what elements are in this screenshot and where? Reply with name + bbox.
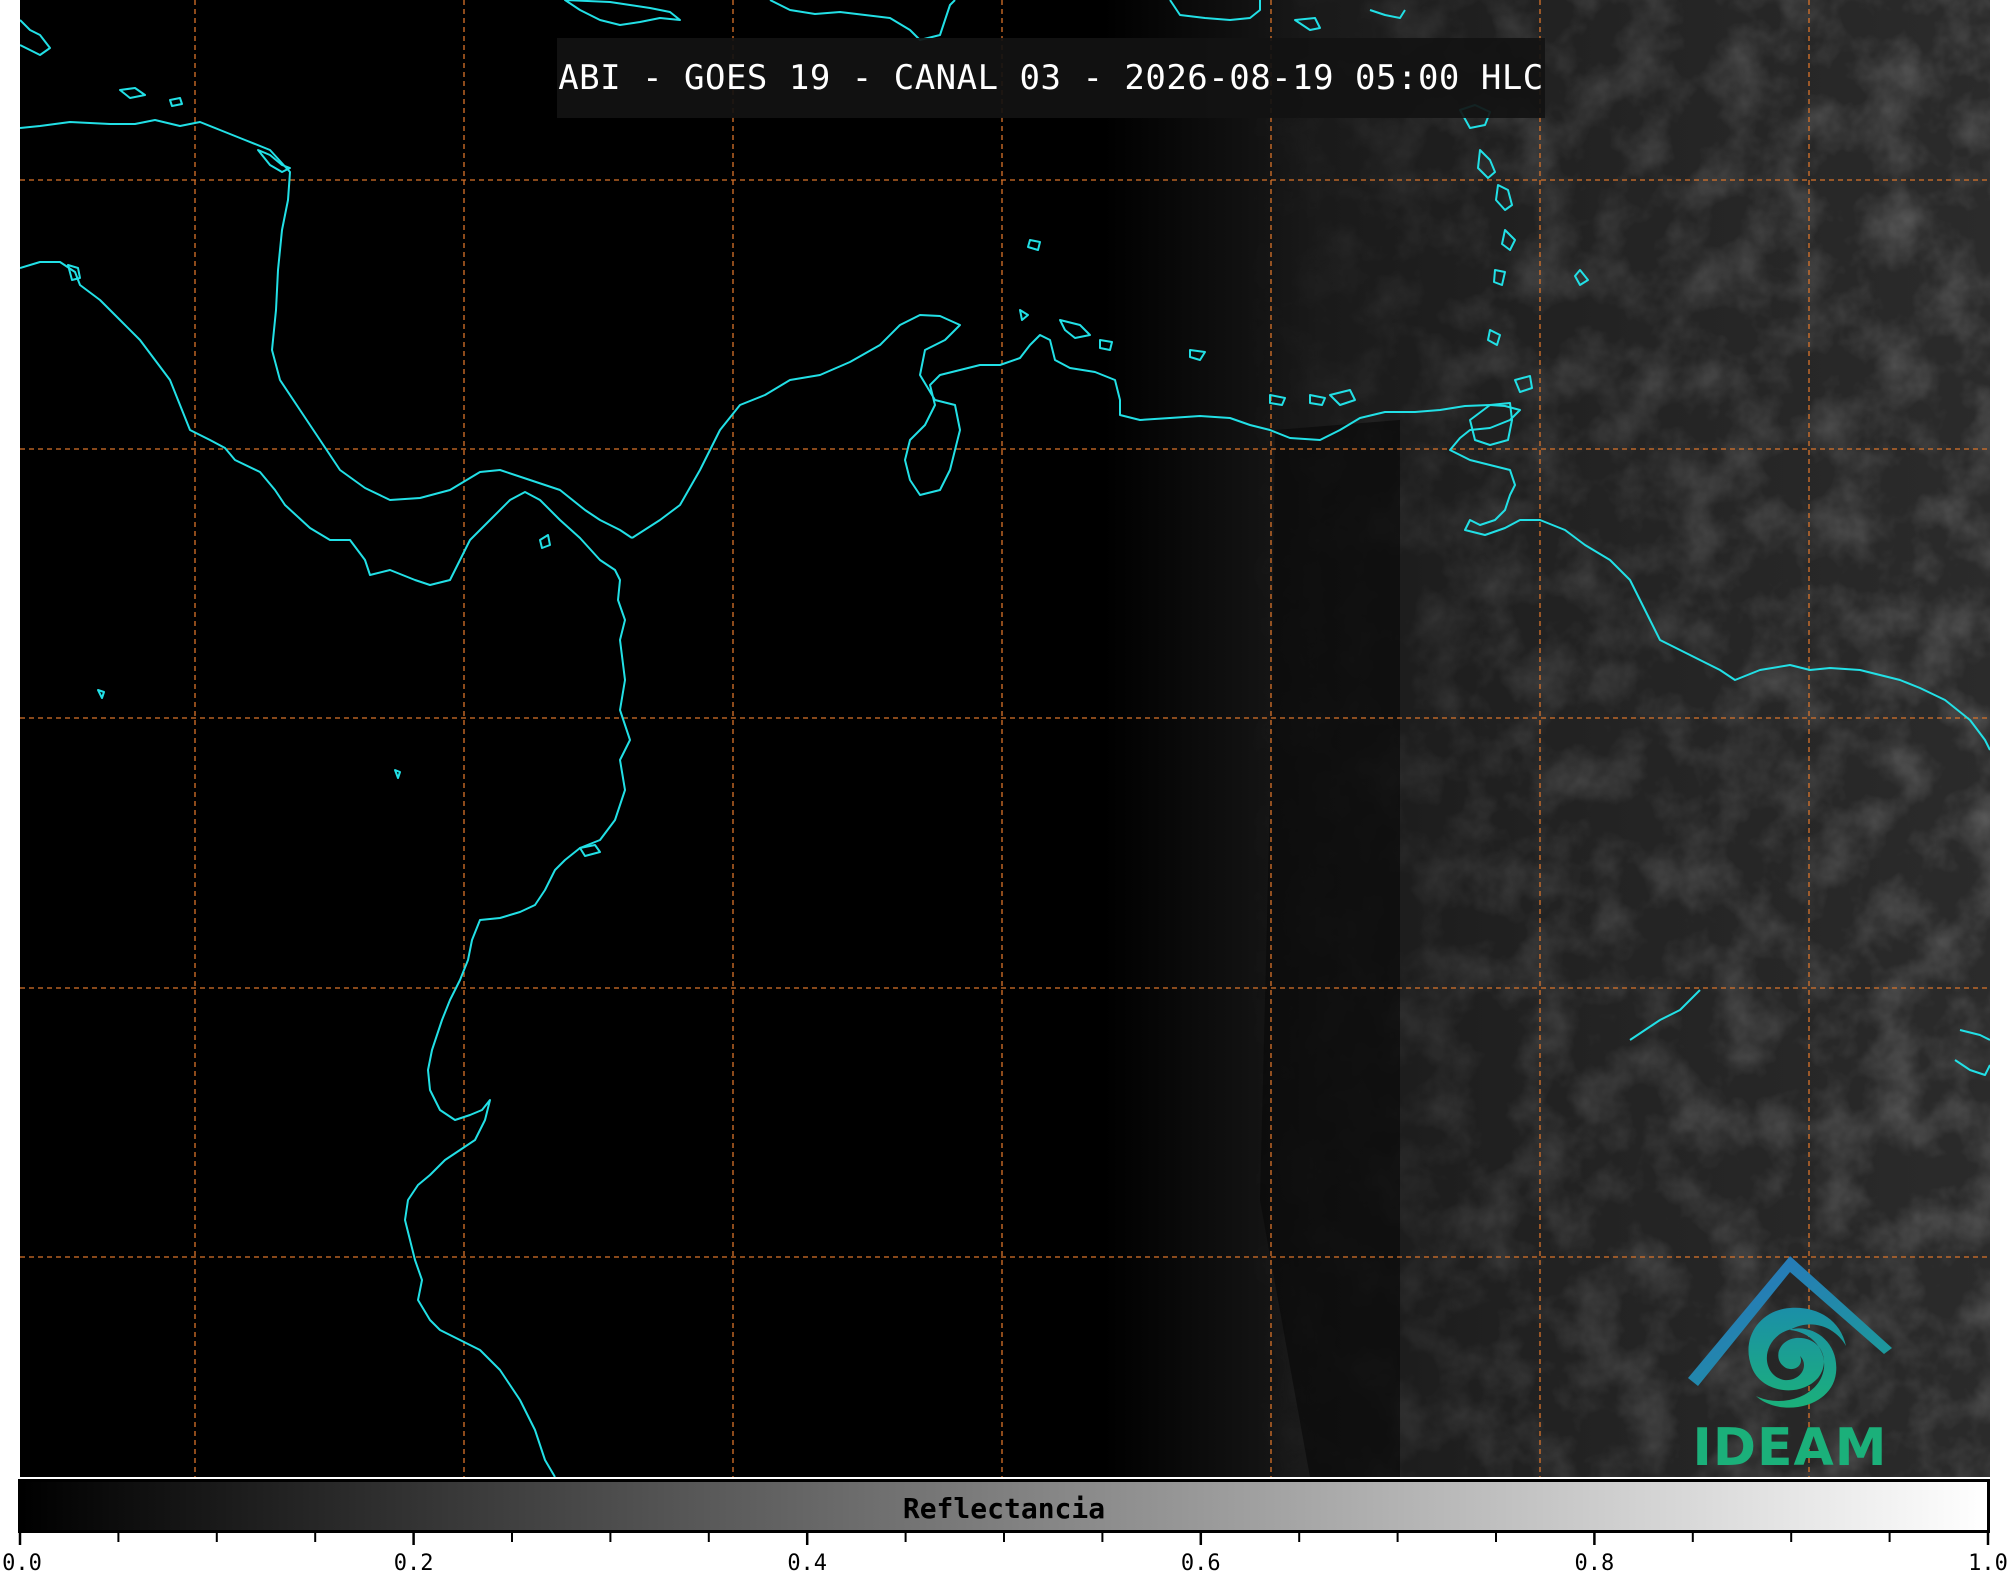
colorbar-tick-label: 1.0 (1968, 1551, 2008, 1576)
ideam-logo-text: IDEAM (1692, 1418, 1888, 1477)
colorbar-tick-label: 0.0 (2, 1551, 42, 1576)
colorbar-tick-label: 0.6 (1180, 1551, 1221, 1576)
title-box: ABI - GOES 19 - CANAL 03 - 2026-08-19 05… (557, 38, 1545, 118)
colorbar-label: Reflectancia (902, 1492, 1106, 1525)
colorbar: Reflectancia (18, 1479, 1990, 1533)
colorbar-ticks (18, 1533, 1990, 1545)
map-title: ABI - GOES 19 - CANAL 03 - 2026-08-19 05… (558, 58, 1544, 98)
colorbar-tick-label: 0.4 (787, 1551, 828, 1576)
satellite-image-panel: ABI - GOES 19 - CANAL 03 - 2026-08-19 05… (20, 0, 1990, 1477)
ideam-logo: IDEAM (1660, 1248, 1920, 1477)
colorbar-tick-label: 0.8 (1574, 1551, 1615, 1576)
colorbar-tick-label: 0.2 (393, 1551, 434, 1576)
ideam-logo-mark (1688, 1256, 1892, 1408)
